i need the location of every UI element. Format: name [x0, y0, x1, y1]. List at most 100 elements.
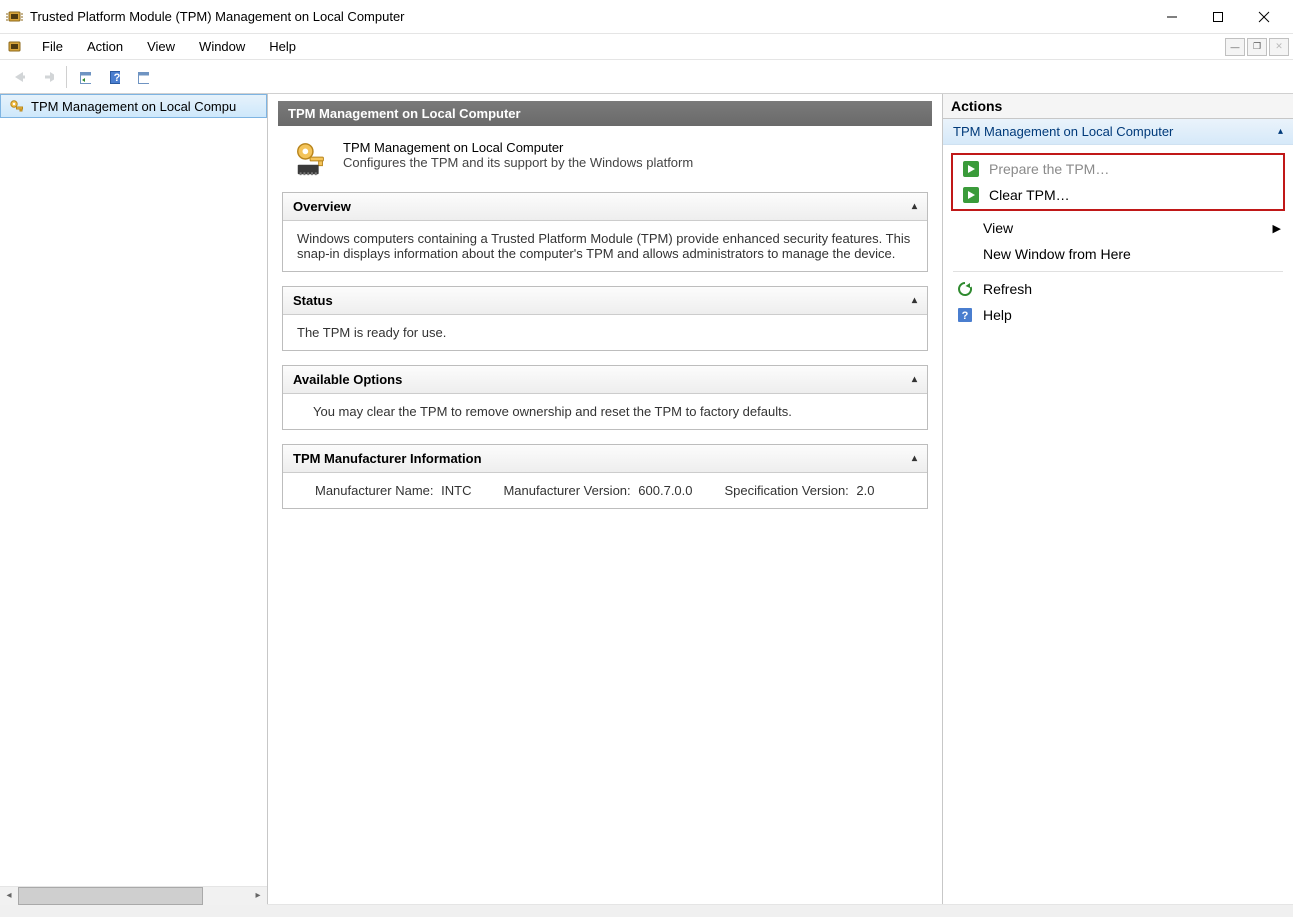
window-title: Trusted Platform Module (TPM) Management… — [30, 9, 1149, 24]
actions-group-header[interactable]: TPM Management on Local Computer ▴ — [943, 119, 1293, 145]
mfr-version-value: 600.7.0.0 — [638, 483, 692, 498]
toolbar: ? — [0, 60, 1293, 94]
action-label: Refresh — [983, 281, 1032, 297]
collapse-icon: ▴ — [912, 374, 917, 385]
mdi-minimize-button[interactable]: — — [1225, 38, 1245, 56]
mfr-name-field: Manufacturer Name: INTC — [315, 483, 471, 498]
tree-item-label: TPM Management on Local Compu — [31, 99, 236, 114]
action-label: New Window from Here — [983, 246, 1131, 262]
tree-horizontal-scrollbar[interactable]: ◂ ▸ — [0, 886, 267, 904]
properties-button[interactable] — [72, 64, 98, 90]
maximize-button[interactable] — [1195, 2, 1241, 32]
submenu-arrow-icon: ▶ — [1273, 222, 1281, 235]
manufacturer-header[interactable]: TPM Manufacturer Information ▴ — [283, 445, 927, 473]
close-button[interactable] — [1241, 2, 1287, 32]
menu-file[interactable]: File — [30, 34, 75, 59]
center-intro: TPM Management on Local Computer Configu… — [278, 126, 932, 188]
workspace: TPM Management on Local Compu ◂ ▸ TPM Ma… — [0, 94, 1293, 905]
options-body: You may clear the TPM to remove ownershi… — [283, 394, 927, 429]
manufacturer-row: Manufacturer Name: INTC Manufacturer Ver… — [297, 483, 913, 498]
menu-action[interactable]: Action — [75, 34, 135, 59]
tpm-key-icon — [9, 98, 25, 114]
green-arrow-icon — [963, 187, 979, 203]
intro-text: TPM Management on Local Computer Configu… — [343, 140, 693, 178]
status-title: Status — [293, 293, 333, 308]
manufacturer-title: TPM Manufacturer Information — [293, 451, 482, 466]
mfr-version-label: Manufacturer Version: — [503, 483, 630, 498]
minimize-button[interactable] — [1149, 2, 1195, 32]
app-tpm-chip-icon — [6, 8, 24, 26]
mfr-spec-value: 2.0 — [856, 483, 874, 498]
mmc-chip-icon — [6, 38, 24, 56]
mdi-controls: — ❐ ✕ — [1225, 34, 1293, 59]
manufacturer-card: TPM Manufacturer Information ▴ Manufactu… — [282, 444, 928, 509]
status-header[interactable]: Status ▴ — [283, 287, 927, 315]
svg-text:?: ? — [962, 310, 969, 322]
mfr-spec-label: Specification Version: — [725, 483, 849, 498]
collapse-icon: ▴ — [1278, 126, 1283, 137]
help-button[interactable]: ? — [101, 64, 127, 90]
green-arrow-icon — [963, 161, 979, 177]
tpm-key-chip-icon — [293, 140, 331, 178]
titlebar: Trusted Platform Module (TPM) Management… — [0, 0, 1293, 34]
collapse-icon: ▴ — [912, 453, 917, 464]
tree-content: TPM Management on Local Compu — [0, 94, 267, 886]
status-card: Status ▴ The TPM is ready for use. — [282, 286, 928, 351]
svg-text:?: ? — [114, 72, 120, 84]
statusbar — [0, 905, 1293, 917]
actions-group-title: TPM Management on Local Computer — [953, 124, 1173, 139]
separator — [66, 66, 67, 88]
mdi-close-button[interactable]: ✕ — [1269, 38, 1289, 56]
scroll-thumb[interactable] — [18, 887, 203, 905]
intro-desc: Configures the TPM and its support by th… — [343, 155, 693, 170]
action-clear-tpm[interactable]: Clear TPM… — [953, 182, 1283, 208]
mfr-name-value: INTC — [441, 483, 471, 498]
show-hide-console-tree-button[interactable] — [130, 64, 156, 90]
overview-card: Overview ▴ Windows computers containing … — [282, 192, 928, 272]
back-button[interactable] — [6, 64, 32, 90]
menubar: File Action View Window Help — ❐ ✕ — [0, 34, 1293, 60]
menu-help[interactable]: Help — [257, 34, 308, 59]
scroll-left-button[interactable]: ◂ — [0, 887, 18, 905]
overview-body: Windows computers containing a Trusted P… — [283, 221, 927, 271]
overview-title: Overview — [293, 199, 351, 214]
action-label: Clear TPM… — [989, 187, 1070, 203]
status-body: The TPM is ready for use. — [283, 315, 927, 350]
forward-button[interactable] — [35, 64, 61, 90]
mfr-name-label: Manufacturer Name: — [315, 483, 434, 498]
actions-pane-title: Actions — [943, 94, 1293, 119]
action-label: View — [983, 220, 1013, 236]
action-view[interactable]: View ▶ — [947, 215, 1289, 241]
action-prepare-tpm[interactable]: Prepare the TPM… — [953, 156, 1283, 182]
mdi-restore-button[interactable]: ❐ — [1247, 38, 1267, 56]
callout-highlight: Prepare the TPM… Clear TPM… — [951, 153, 1285, 211]
menu-window[interactable]: Window — [187, 34, 257, 59]
tree-pane: TPM Management on Local Compu ◂ ▸ — [0, 94, 268, 904]
action-refresh[interactable]: Refresh — [947, 276, 1289, 302]
actions-list: Prepare the TPM… Clear TPM… View ▶ New W… — [943, 145, 1293, 332]
collapse-icon: ▴ — [912, 295, 917, 306]
tree-item-tpm[interactable]: TPM Management on Local Compu — [0, 94, 267, 118]
scroll-track[interactable] — [18, 887, 249, 905]
actions-pane: Actions TPM Management on Local Computer… — [943, 94, 1293, 904]
scroll-right-button[interactable]: ▸ — [249, 887, 267, 905]
center-pane-title: TPM Management on Local Computer — [278, 101, 932, 126]
action-label: Help — [983, 307, 1012, 323]
window-controls — [1149, 2, 1287, 32]
separator — [953, 271, 1283, 272]
mfr-spec-field: Specification Version: 2.0 — [725, 483, 875, 498]
options-header[interactable]: Available Options ▴ — [283, 366, 927, 394]
action-new-window[interactable]: New Window from Here — [947, 241, 1289, 267]
intro-title: TPM Management on Local Computer — [343, 140, 693, 155]
help-icon: ? — [957, 307, 973, 323]
action-help[interactable]: ? Help — [947, 302, 1289, 328]
options-card: Available Options ▴ You may clear the TP… — [282, 365, 928, 430]
options-title: Available Options — [293, 372, 402, 387]
refresh-icon — [957, 281, 973, 297]
menu-view[interactable]: View — [135, 34, 187, 59]
action-label: Prepare the TPM… — [989, 161, 1109, 177]
mfr-version-field: Manufacturer Version: 600.7.0.0 — [503, 483, 692, 498]
collapse-icon: ▴ — [912, 201, 917, 212]
center-pane: TPM Management on Local Computer TPM Man… — [268, 94, 943, 904]
overview-header[interactable]: Overview ▴ — [283, 193, 927, 221]
